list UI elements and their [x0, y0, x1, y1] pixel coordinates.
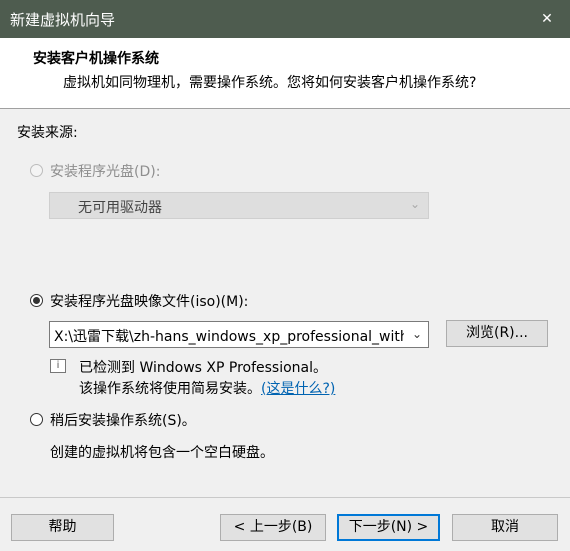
help-button[interactable]: 帮助 — [11, 514, 114, 541]
iso-path-combobox[interactable]: X:\迅雷下载\zh-hans_windows_xp_professional_… — [49, 321, 429, 348]
radio-later[interactable] — [30, 413, 43, 426]
iso-path-value: X:\迅雷下载\zh-hans_windows_xp_professional_… — [54, 329, 404, 345]
radio-iso-label: 安装程序光盘映像文件(iso)(M): — [50, 294, 249, 310]
radio-disc-label: 安装程序光盘(D): — [50, 164, 161, 180]
info-icon: i — [50, 359, 66, 373]
radio-later-label: 稍后安装操作系统(S)。 — [50, 413, 196, 429]
easy-install-text: 该操作系统将使用简易安装。(这是什么?) — [79, 378, 335, 398]
radio-iso[interactable] — [30, 294, 43, 307]
radio-disc[interactable] — [30, 164, 43, 177]
install-source-label: 安装来源: — [17, 125, 78, 141]
detected-os-text: 已检测到 Windows XP Professional。 — [79, 360, 328, 376]
back-button[interactable]: < 上一步(B) — [220, 514, 326, 541]
whats-this-link[interactable]: (这是什么?) — [261, 381, 335, 397]
close-icon[interactable]: ✕ — [524, 0, 570, 38]
easy-install-note: 该操作系统将使用简易安装。 — [79, 381, 261, 397]
page-title: 安装客户机操作系统 — [33, 51, 159, 67]
page-subtitle: 虚拟机如同物理机，需要操作系统。您将如何安装客户机操作系统? — [63, 75, 477, 91]
browse-button[interactable]: 浏览(R)... — [446, 320, 548, 347]
next-button[interactable]: 下一步(N) > — [337, 514, 440, 541]
wizard-header: 安装客户机操作系统 虚拟机如同物理机，需要操作系统。您将如何安装客户机操作系统? — [0, 38, 570, 109]
disc-drive-dropdown[interactable]: 无可用驱动器 ⌄ — [49, 192, 429, 219]
chevron-down-icon: ⌄ — [409, 197, 420, 211]
later-description: 创建的虚拟机将包含一个空白硬盘。 — [50, 445, 274, 461]
title-bar: 新建虚拟机向导 ✕ — [0, 0, 570, 38]
cancel-button[interactable]: 取消 — [452, 514, 558, 541]
disc-drive-value: 无可用驱动器 — [78, 200, 162, 216]
chevron-down-icon[interactable]: ⌄ — [412, 327, 422, 341]
footer-divider — [0, 497, 570, 498]
window-title: 新建虚拟机向导 — [10, 11, 116, 29]
new-vm-wizard-window: 新建虚拟机向导 ✕ 安装客户机操作系统 虚拟机如同物理机，需要操作系统。您将如何… — [0, 0, 570, 551]
